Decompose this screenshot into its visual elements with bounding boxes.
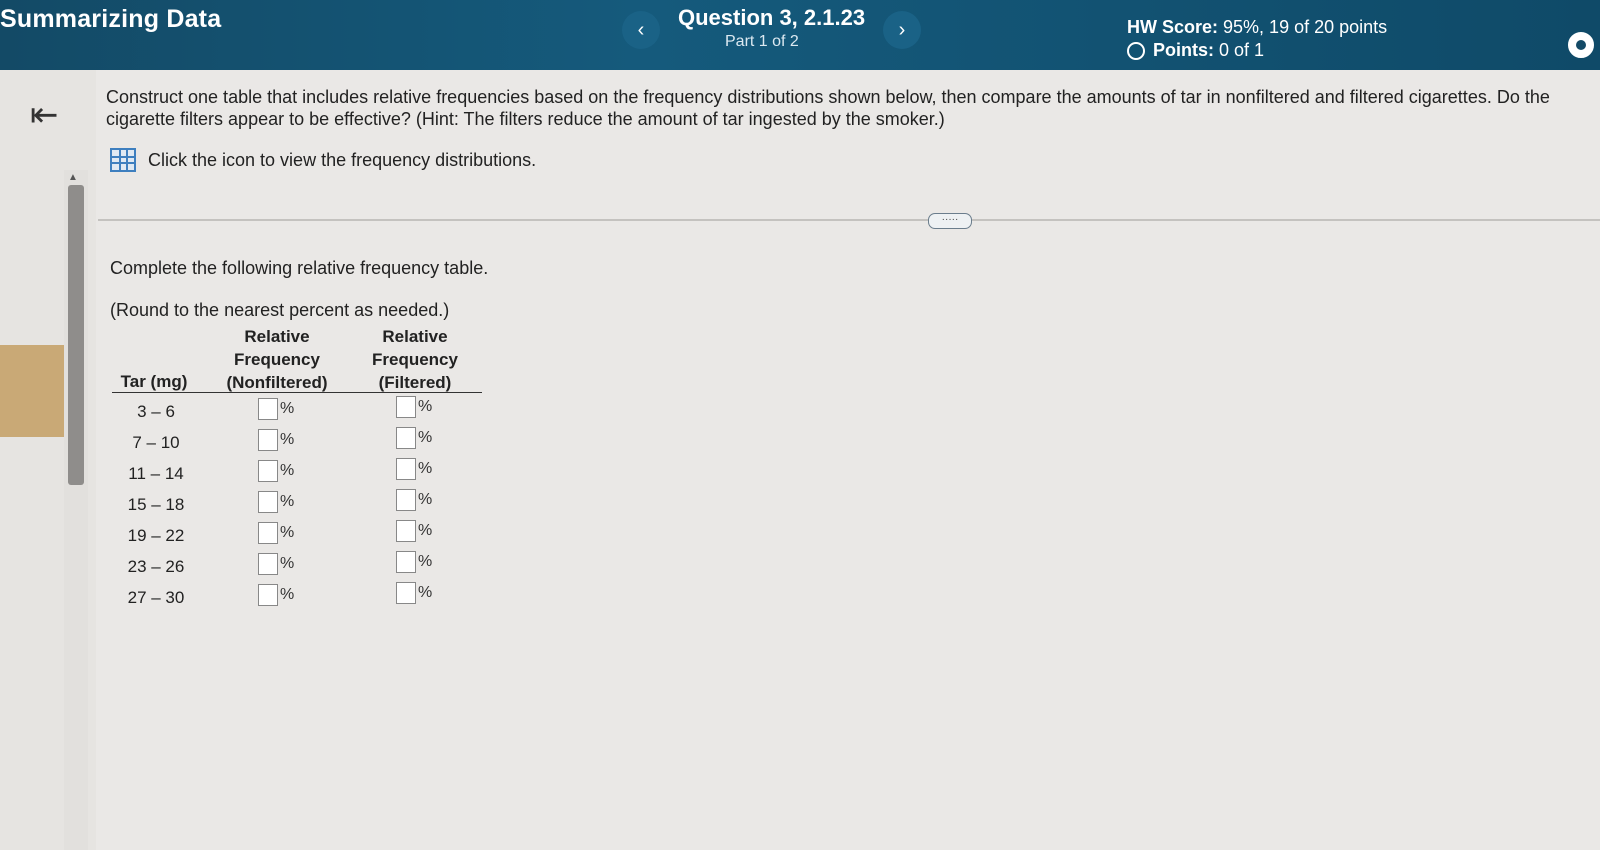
filtered-cell-5: % <box>396 520 432 542</box>
hw-score: HW Score: 95%, 19 of 20 points <box>1127 17 1387 38</box>
header-nonfiltered-line3: (Nonfiltered) <box>226 373 328 392</box>
row-label-19-22: 19 – 22 <box>127 526 185 545</box>
sidebar-active-tab[interactable] <box>0 345 64 437</box>
chevron-right-icon: › <box>898 19 906 41</box>
percent-sign: % <box>418 460 433 477</box>
gear-icon[interactable] <box>1568 32 1594 58</box>
main-panel <box>96 70 1600 850</box>
nonfiltered-cell-7: % <box>258 584 294 606</box>
filtered-input-3[interactable] <box>396 458 416 480</box>
rounding-note: (Round to the nearest percent as needed.… <box>110 300 450 320</box>
filtered-input-4[interactable] <box>396 489 416 511</box>
row-label-7-10: 7 – 10 <box>132 433 180 452</box>
percent-sign: % <box>280 400 295 417</box>
filtered-input-2[interactable] <box>396 427 416 449</box>
row-label-3-6: 3 – 6 <box>137 402 175 421</box>
scroll-up-arrow-icon[interactable]: ▲ <box>68 172 78 183</box>
hw-score-label: HW Score: <box>1127 17 1219 37</box>
percent-sign: % <box>418 491 433 508</box>
percent-sign: % <box>418 398 433 415</box>
filtered-cell-1: % <box>396 396 432 418</box>
nonfiltered-input-2[interactable] <box>258 429 278 451</box>
table-header-rule <box>112 392 482 393</box>
points-value: 0 of 1 <box>1219 40 1265 60</box>
header-nonfiltered: Relative Frequency (Nonfiltered) <box>218 325 336 394</box>
chevron-left-icon: ‹ <box>637 19 645 41</box>
question-instructions: Construct one table that includes relati… <box>106 87 1550 129</box>
nonfiltered-input-3[interactable] <box>258 460 278 482</box>
divider <box>98 219 1600 221</box>
row-label-11-14: 11 – 14 <box>128 464 184 483</box>
expand-more-button[interactable]: ····· <box>928 213 972 229</box>
nonfiltered-input-6[interactable] <box>258 553 278 575</box>
nonfiltered-input-7[interactable] <box>258 584 278 606</box>
points-label: Points: <box>1153 40 1214 60</box>
nonfiltered-cell-3: % <box>258 460 294 482</box>
filtered-cell-2: % <box>396 427 432 449</box>
row-label-23-26: 23 – 26 <box>127 557 185 576</box>
nonfiltered-cell-4: % <box>258 491 294 513</box>
filtered-cell-6: % <box>396 551 432 573</box>
next-question-button[interactable]: › <box>883 11 921 49</box>
filtered-input-6[interactable] <box>396 551 416 573</box>
header-tar: Tar (mg) <box>120 372 188 391</box>
filtered-input-1[interactable] <box>396 396 416 418</box>
nonfiltered-input-4[interactable] <box>258 491 278 513</box>
view-distributions-label: Click the icon to view the frequency dis… <box>148 149 537 170</box>
table-grid-icon[interactable] <box>110 148 136 172</box>
table-prompt: Complete the following relative frequenc… <box>110 258 489 278</box>
filtered-cell-7: % <box>396 582 432 604</box>
percent-sign: % <box>280 586 295 603</box>
nonfiltered-cell-2: % <box>258 429 294 451</box>
percent-sign: % <box>418 522 433 539</box>
percent-sign: % <box>418 553 433 570</box>
nonfiltered-cell-6: % <box>258 553 294 575</box>
question-title: Question 3, 2.1.23 <box>678 5 866 30</box>
view-distributions-link[interactable]: Click the icon to view the frequency dis… <box>110 148 536 172</box>
points-status: Points: 0 of 1 <box>1127 40 1264 61</box>
header-filtered-line1: Relative <box>382 327 448 346</box>
header-bar: Summarizing Data ‹ Question 3, 2.1.23 Pa… <box>0 0 1600 70</box>
header-nonfiltered-line1: Relative <box>244 327 310 346</box>
hw-score-value: 95%, 19 of 20 points <box>1223 17 1388 37</box>
nonfiltered-cell-1: % <box>258 398 294 420</box>
header-filtered: Relative Frequency (Filtered) <box>360 325 470 394</box>
percent-sign: % <box>280 555 295 572</box>
collapse-back-icon[interactable]: ⇤ <box>30 95 59 135</box>
previous-question-button[interactable]: ‹ <box>622 11 660 49</box>
percent-sign: % <box>418 584 433 601</box>
filtered-input-7[interactable] <box>396 582 416 604</box>
circle-icon <box>1127 41 1145 60</box>
nonfiltered-input-1[interactable] <box>258 398 278 420</box>
percent-sign: % <box>280 493 295 510</box>
percent-sign: % <box>280 431 295 448</box>
percent-sign: % <box>418 429 433 446</box>
filtered-cell-3: % <box>396 458 432 480</box>
row-label-15-18: 15 – 18 <box>127 495 185 514</box>
filtered-input-5[interactable] <box>396 520 416 542</box>
question-part: Part 1 of 2 <box>725 33 799 50</box>
header-filtered-line2: Frequency <box>372 350 458 369</box>
header-filtered-line3: (Filtered) <box>378 373 452 392</box>
scrollbar-thumb[interactable] <box>68 185 84 485</box>
app-title: Summarizing Data <box>0 5 222 33</box>
header-nonfiltered-line2: Frequency <box>234 350 320 369</box>
percent-sign: % <box>280 524 295 541</box>
row-label-27-30: 27 – 30 <box>127 588 185 607</box>
percent-sign: % <box>280 462 295 479</box>
nonfiltered-cell-5: % <box>258 522 294 544</box>
nonfiltered-input-5[interactable] <box>258 522 278 544</box>
filtered-cell-4: % <box>396 489 432 511</box>
